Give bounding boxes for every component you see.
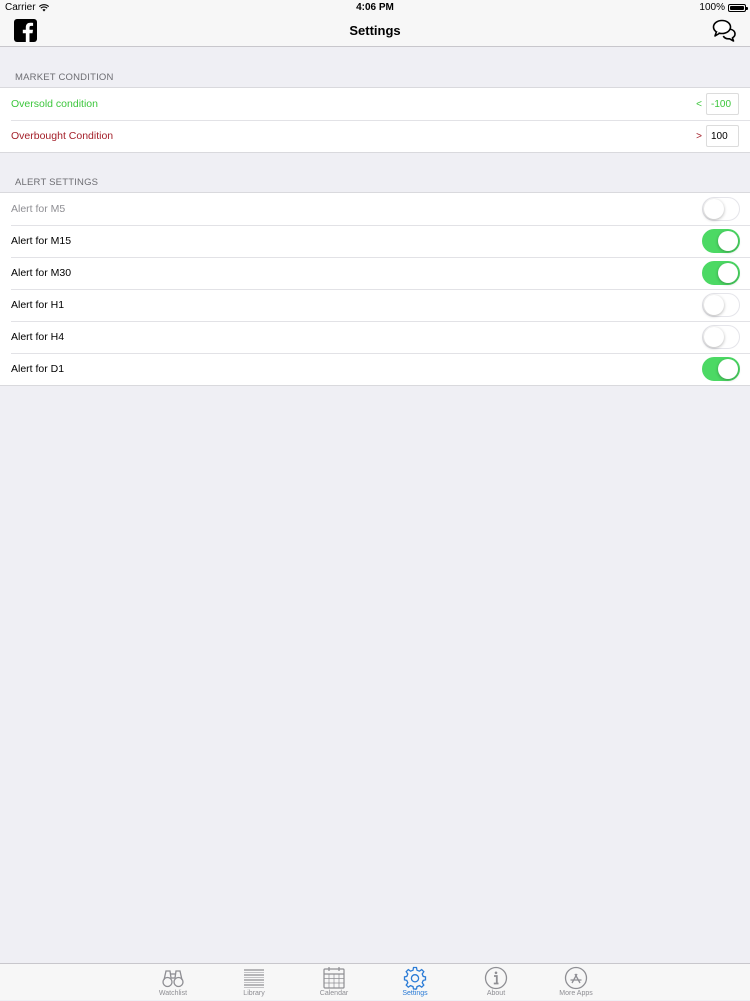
tab-watchlist[interactable]: Watchlist bbox=[138, 964, 208, 1001]
tab-settings[interactable]: Settings bbox=[380, 964, 450, 1001]
alert-label-m5: Alert for M5 bbox=[11, 203, 66, 215]
market-condition-group: Oversold condition < Overbought Conditio… bbox=[0, 87, 750, 153]
toggle-knob bbox=[704, 295, 724, 315]
alert-toggle-m15[interactable] bbox=[702, 229, 740, 253]
oversold-row: Oversold condition < bbox=[0, 88, 750, 120]
status-bar: Carrier 4:06 PM 100% bbox=[0, 0, 750, 16]
alert-row-h1: Alert for H1 bbox=[0, 289, 750, 321]
toggle-knob bbox=[704, 199, 724, 219]
tab-calendar[interactable]: Calendar bbox=[299, 964, 369, 1001]
status-time: 4:06 PM bbox=[356, 2, 394, 13]
greater-than-sign: > bbox=[696, 130, 702, 142]
overbought-input[interactable] bbox=[706, 125, 739, 147]
toggle-knob bbox=[704, 327, 724, 347]
gear-icon bbox=[403, 966, 427, 990]
alert-toggle-h1[interactable] bbox=[702, 293, 740, 317]
tab-label-library: Library bbox=[243, 990, 265, 997]
alert-row-d1: Alert for D1 bbox=[0, 353, 750, 385]
alert-toggle-m30[interactable] bbox=[702, 261, 740, 285]
toggle-knob bbox=[718, 263, 738, 283]
tab-label-settings: Settings bbox=[402, 990, 428, 997]
alert-toggle-m5[interactable] bbox=[702, 197, 740, 221]
alert-row-h4: Alert for H4 bbox=[0, 321, 750, 353]
alert-settings-header: ALERT SETTINGS bbox=[15, 177, 99, 188]
tab-label-more-apps: More Apps bbox=[559, 990, 593, 997]
info-icon bbox=[484, 966, 508, 990]
alert-label-h1: Alert for H1 bbox=[11, 299, 65, 311]
overbought-label: Overbought Condition bbox=[11, 130, 114, 142]
tab-label-calendar: Calendar bbox=[319, 990, 349, 997]
toggle-knob bbox=[718, 359, 738, 379]
tab-about[interactable]: About bbox=[461, 964, 531, 1001]
less-than-sign: < bbox=[696, 98, 702, 110]
oversold-input[interactable] bbox=[706, 93, 739, 115]
tab-label-watchlist: Watchlist bbox=[158, 990, 188, 997]
page-title: Settings bbox=[349, 23, 401, 38]
alert-row-m15: Alert for M15 bbox=[0, 225, 750, 257]
alert-row-m30: Alert for M30 bbox=[0, 257, 750, 289]
list-icon bbox=[244, 969, 264, 988]
tab-library[interactable]: Library bbox=[219, 964, 289, 1001]
tab-label-about: About bbox=[486, 990, 506, 997]
app-store-icon bbox=[564, 966, 588, 990]
alert-label-d1: Alert for D1 bbox=[11, 363, 65, 375]
chat-bubbles-icon[interactable] bbox=[712, 18, 736, 42]
alert-label-m30: Alert for M30 bbox=[11, 267, 72, 279]
alert-row-m5: Alert for M5 bbox=[0, 193, 750, 225]
alert-toggle-d1[interactable] bbox=[702, 357, 740, 381]
market-condition-header: MARKET CONDITION bbox=[15, 72, 114, 83]
battery-icon bbox=[728, 3, 748, 12]
binoculars-icon bbox=[162, 970, 184, 988]
battery-percent: 100% bbox=[699, 2, 725, 13]
overbought-row: Overbought Condition > bbox=[0, 120, 750, 152]
oversold-label: Oversold condition bbox=[11, 98, 98, 110]
tab-more-apps[interactable]: More Apps bbox=[541, 964, 611, 1001]
alert-label-h4: Alert for H4 bbox=[11, 331, 65, 343]
toggle-knob bbox=[718, 231, 738, 251]
tab-bar: Watchlist Library Calendar Settings Abou… bbox=[0, 963, 750, 1000]
alert-label-m15: Alert for M15 bbox=[11, 235, 72, 247]
alert-settings-group: Alert for M5 Alert for M15 Alert for M30… bbox=[0, 192, 750, 386]
calendar-icon bbox=[323, 967, 345, 989]
navigation-bar: Settings bbox=[0, 16, 750, 47]
alert-toggle-h4[interactable] bbox=[702, 325, 740, 349]
